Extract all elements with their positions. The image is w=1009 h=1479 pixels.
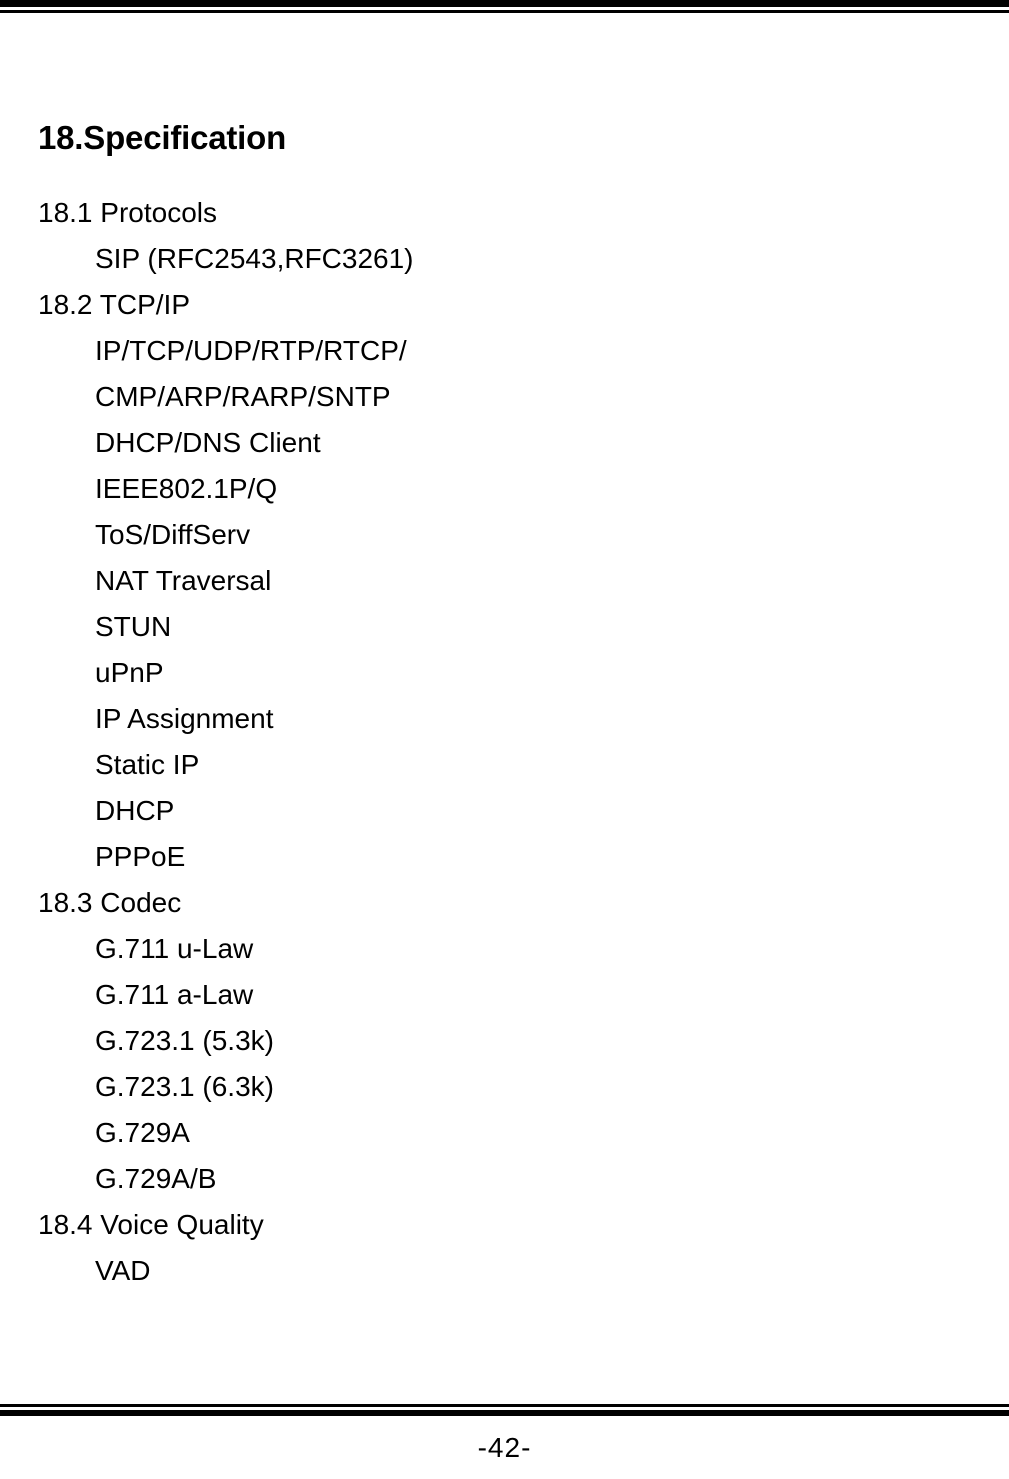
spec-list-item: G.729A xyxy=(95,1117,190,1148)
specification-list: 18.1 Protocols SIP (RFC2543,RFC3261) 18.2 … xyxy=(0,190,1009,1294)
spec-list-item: G.711 u-Law xyxy=(95,933,254,964)
spec-section-heading: 18.4 Voice Quality xyxy=(38,1209,264,1240)
footer-rule-thick xyxy=(0,1410,1009,1416)
spec-list-item: G.723.1 (5.3k) xyxy=(95,1025,274,1056)
spec-list-item: uPnP xyxy=(95,657,164,688)
spec-list-item: DHCP/DNS Client xyxy=(95,427,321,458)
page-header-rule xyxy=(0,0,1009,13)
spec-list-item: G.729A/B xyxy=(95,1163,217,1194)
spec-list-item: Static IP xyxy=(95,749,200,780)
document-content: 18.Specification 18.1 Protocols SIP (RFC2… xyxy=(0,118,1009,1294)
header-rule-thick xyxy=(0,0,1009,7)
spec-section-heading: 18.2 TCP/IP xyxy=(38,289,191,320)
page-number: -42- xyxy=(477,1432,532,1463)
spec-list-item: VAD xyxy=(95,1255,151,1286)
page-title: 18.Specification xyxy=(38,119,287,156)
page-footer-rule xyxy=(0,1404,1009,1416)
spec-section-heading: 18.3 Codec xyxy=(38,887,182,918)
spec-list-item: CMP/ARP/RARP/SNTP xyxy=(95,381,391,412)
spec-list-item: ToS/DiffServ xyxy=(95,519,251,550)
spec-list-item: STUN xyxy=(95,611,172,642)
spec-list-item: IEEE802.1P/Q xyxy=(95,473,278,504)
spec-list-item: NAT Traversal xyxy=(95,565,272,596)
spec-section-heading: 18.1 Protocols xyxy=(38,197,217,228)
header-rule-thin xyxy=(0,10,1009,13)
spec-list-item: SIP (RFC2543,RFC3261) xyxy=(95,243,414,274)
spec-list-item: DHCP xyxy=(95,795,175,826)
spec-list-item: PPPoE xyxy=(95,841,186,872)
spec-list-item: G.711 a-Law xyxy=(95,979,254,1010)
spec-list-item: IP/TCP/UDP/RTP/RTCP/ xyxy=(95,335,407,366)
spec-list-item: IP Assignment xyxy=(95,703,274,734)
title-spacer xyxy=(0,158,1009,190)
spec-list-item: G.723.1 (6.3k) xyxy=(95,1071,274,1102)
document-page: 18.Specification 18.1 Protocols SIP (RFC2… xyxy=(0,0,1009,1479)
